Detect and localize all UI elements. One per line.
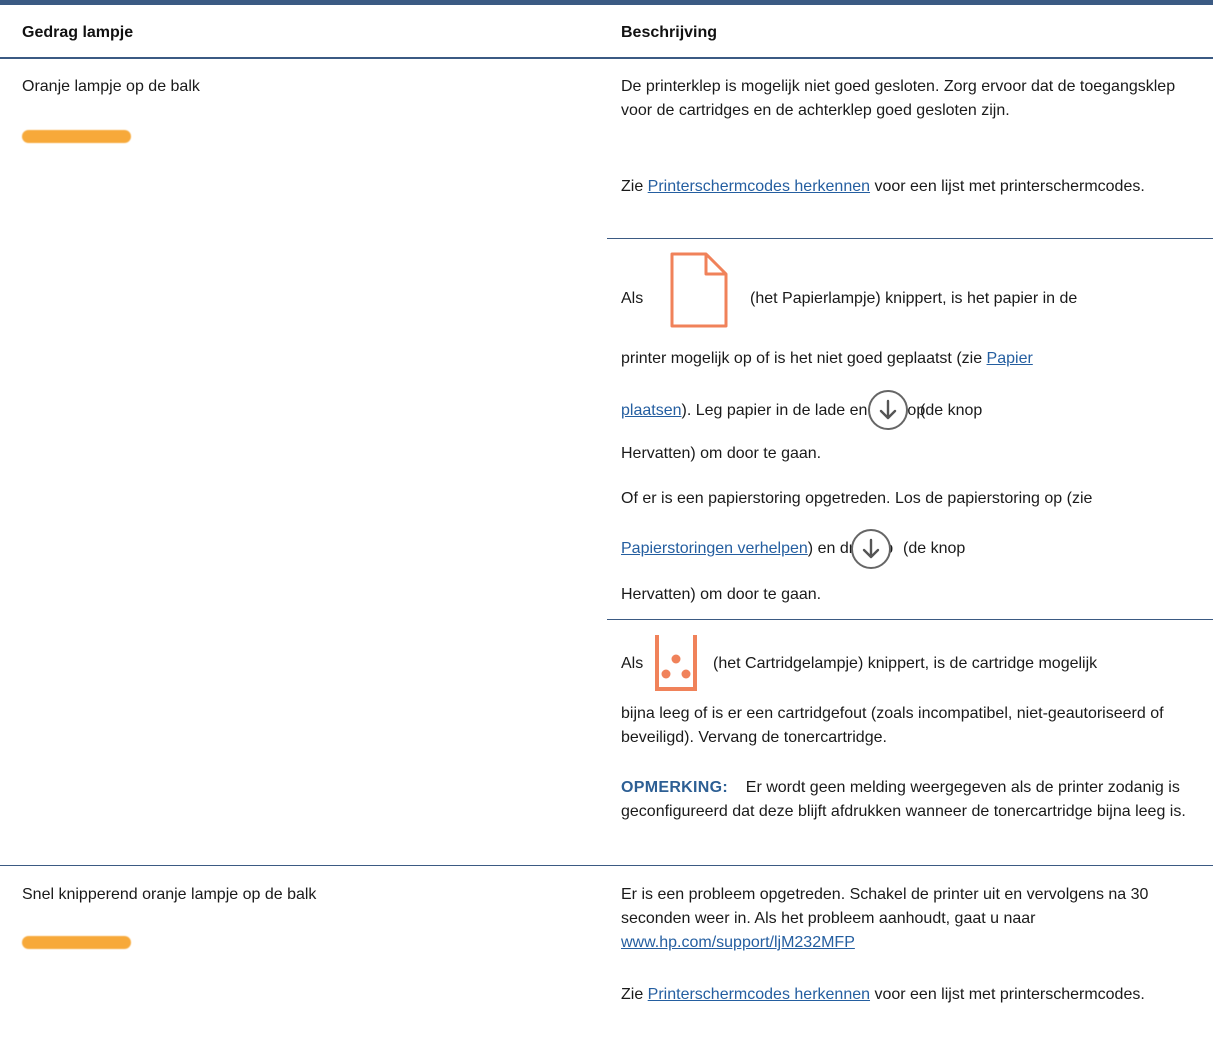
row3-desc-p2: bijna leeg of is er een cartridgefout (z… bbox=[621, 705, 1164, 746]
resume-button-icon bbox=[851, 529, 891, 569]
row2-desc-l6-after: (de knop bbox=[903, 540, 966, 557]
row2-desc-l2: printer mogelijk op of is het niet goed … bbox=[621, 350, 1033, 367]
row2-desc-l1-post: (het Papierlampje) knippert, is het papi… bbox=[750, 290, 1078, 307]
link-hp-support[interactable]: www.hp.com/support/ljM232MFP bbox=[621, 934, 855, 951]
note-label: OPMERKING: bbox=[621, 779, 728, 796]
link-papier-plaatsen-1[interactable]: Papier bbox=[987, 350, 1033, 367]
row-separator bbox=[607, 238, 1213, 239]
header-rule bbox=[0, 57, 1213, 59]
header-description: Beschrijving bbox=[621, 24, 718, 41]
row1-desc-p2: Zie Printerschermcodes herkennen voor ee… bbox=[621, 178, 1145, 195]
row4-desc-p1: Er is een probleem opgetreden. Schakel d… bbox=[621, 886, 1149, 951]
link-printerschermcodes[interactable]: Printerschermcodes herkennen bbox=[648, 178, 870, 195]
cartridge-light-icon bbox=[654, 632, 698, 697]
paper-light-icon bbox=[668, 250, 730, 335]
row2-desc-l3-after: (de knop bbox=[920, 402, 983, 419]
row3-desc-l1-post: (het Cartridgelampje) knippert, is de ca… bbox=[713, 655, 1098, 672]
row3-note: OPMERKING: Er wordt geen melding weergeg… bbox=[621, 779, 1186, 820]
row4-behavior: Snel knipperend oranje lampje op de balk bbox=[22, 886, 317, 903]
row-separator bbox=[607, 619, 1213, 620]
row3-desc-l1-pre: Als bbox=[621, 655, 644, 672]
link-papierstoringen[interactable]: Papierstoringen verhelpen bbox=[621, 540, 808, 557]
row2-desc-l1-pre: Als bbox=[621, 290, 644, 307]
row1-behavior: Oranje lampje op de balk bbox=[22, 78, 200, 95]
resume-button-icon bbox=[868, 390, 908, 430]
row-separator bbox=[0, 865, 1213, 866]
row1-desc-p1: De printerklep is mogelijk niet goed ges… bbox=[621, 78, 1176, 119]
row4-desc-p2: Zie Printerschermcodes herkennen voor ee… bbox=[621, 986, 1145, 1003]
link-papier-plaatsen-2[interactable]: plaatsen bbox=[621, 402, 682, 419]
table-top-rule bbox=[0, 0, 1213, 5]
link-printerschermcodes[interactable]: Printerschermcodes herkennen bbox=[648, 986, 870, 1003]
orange-light-bar-icon bbox=[22, 936, 131, 949]
row2-desc-l7: Hervatten) om door te gaan. bbox=[621, 586, 822, 603]
orange-light-bar-icon bbox=[22, 130, 131, 143]
header-behavior: Gedrag lampje bbox=[22, 24, 134, 41]
row2-desc-l5: Of er is een papierstoring opgetreden. L… bbox=[621, 490, 1093, 507]
row2-desc-l4: Hervatten) om door te gaan. bbox=[621, 445, 822, 462]
